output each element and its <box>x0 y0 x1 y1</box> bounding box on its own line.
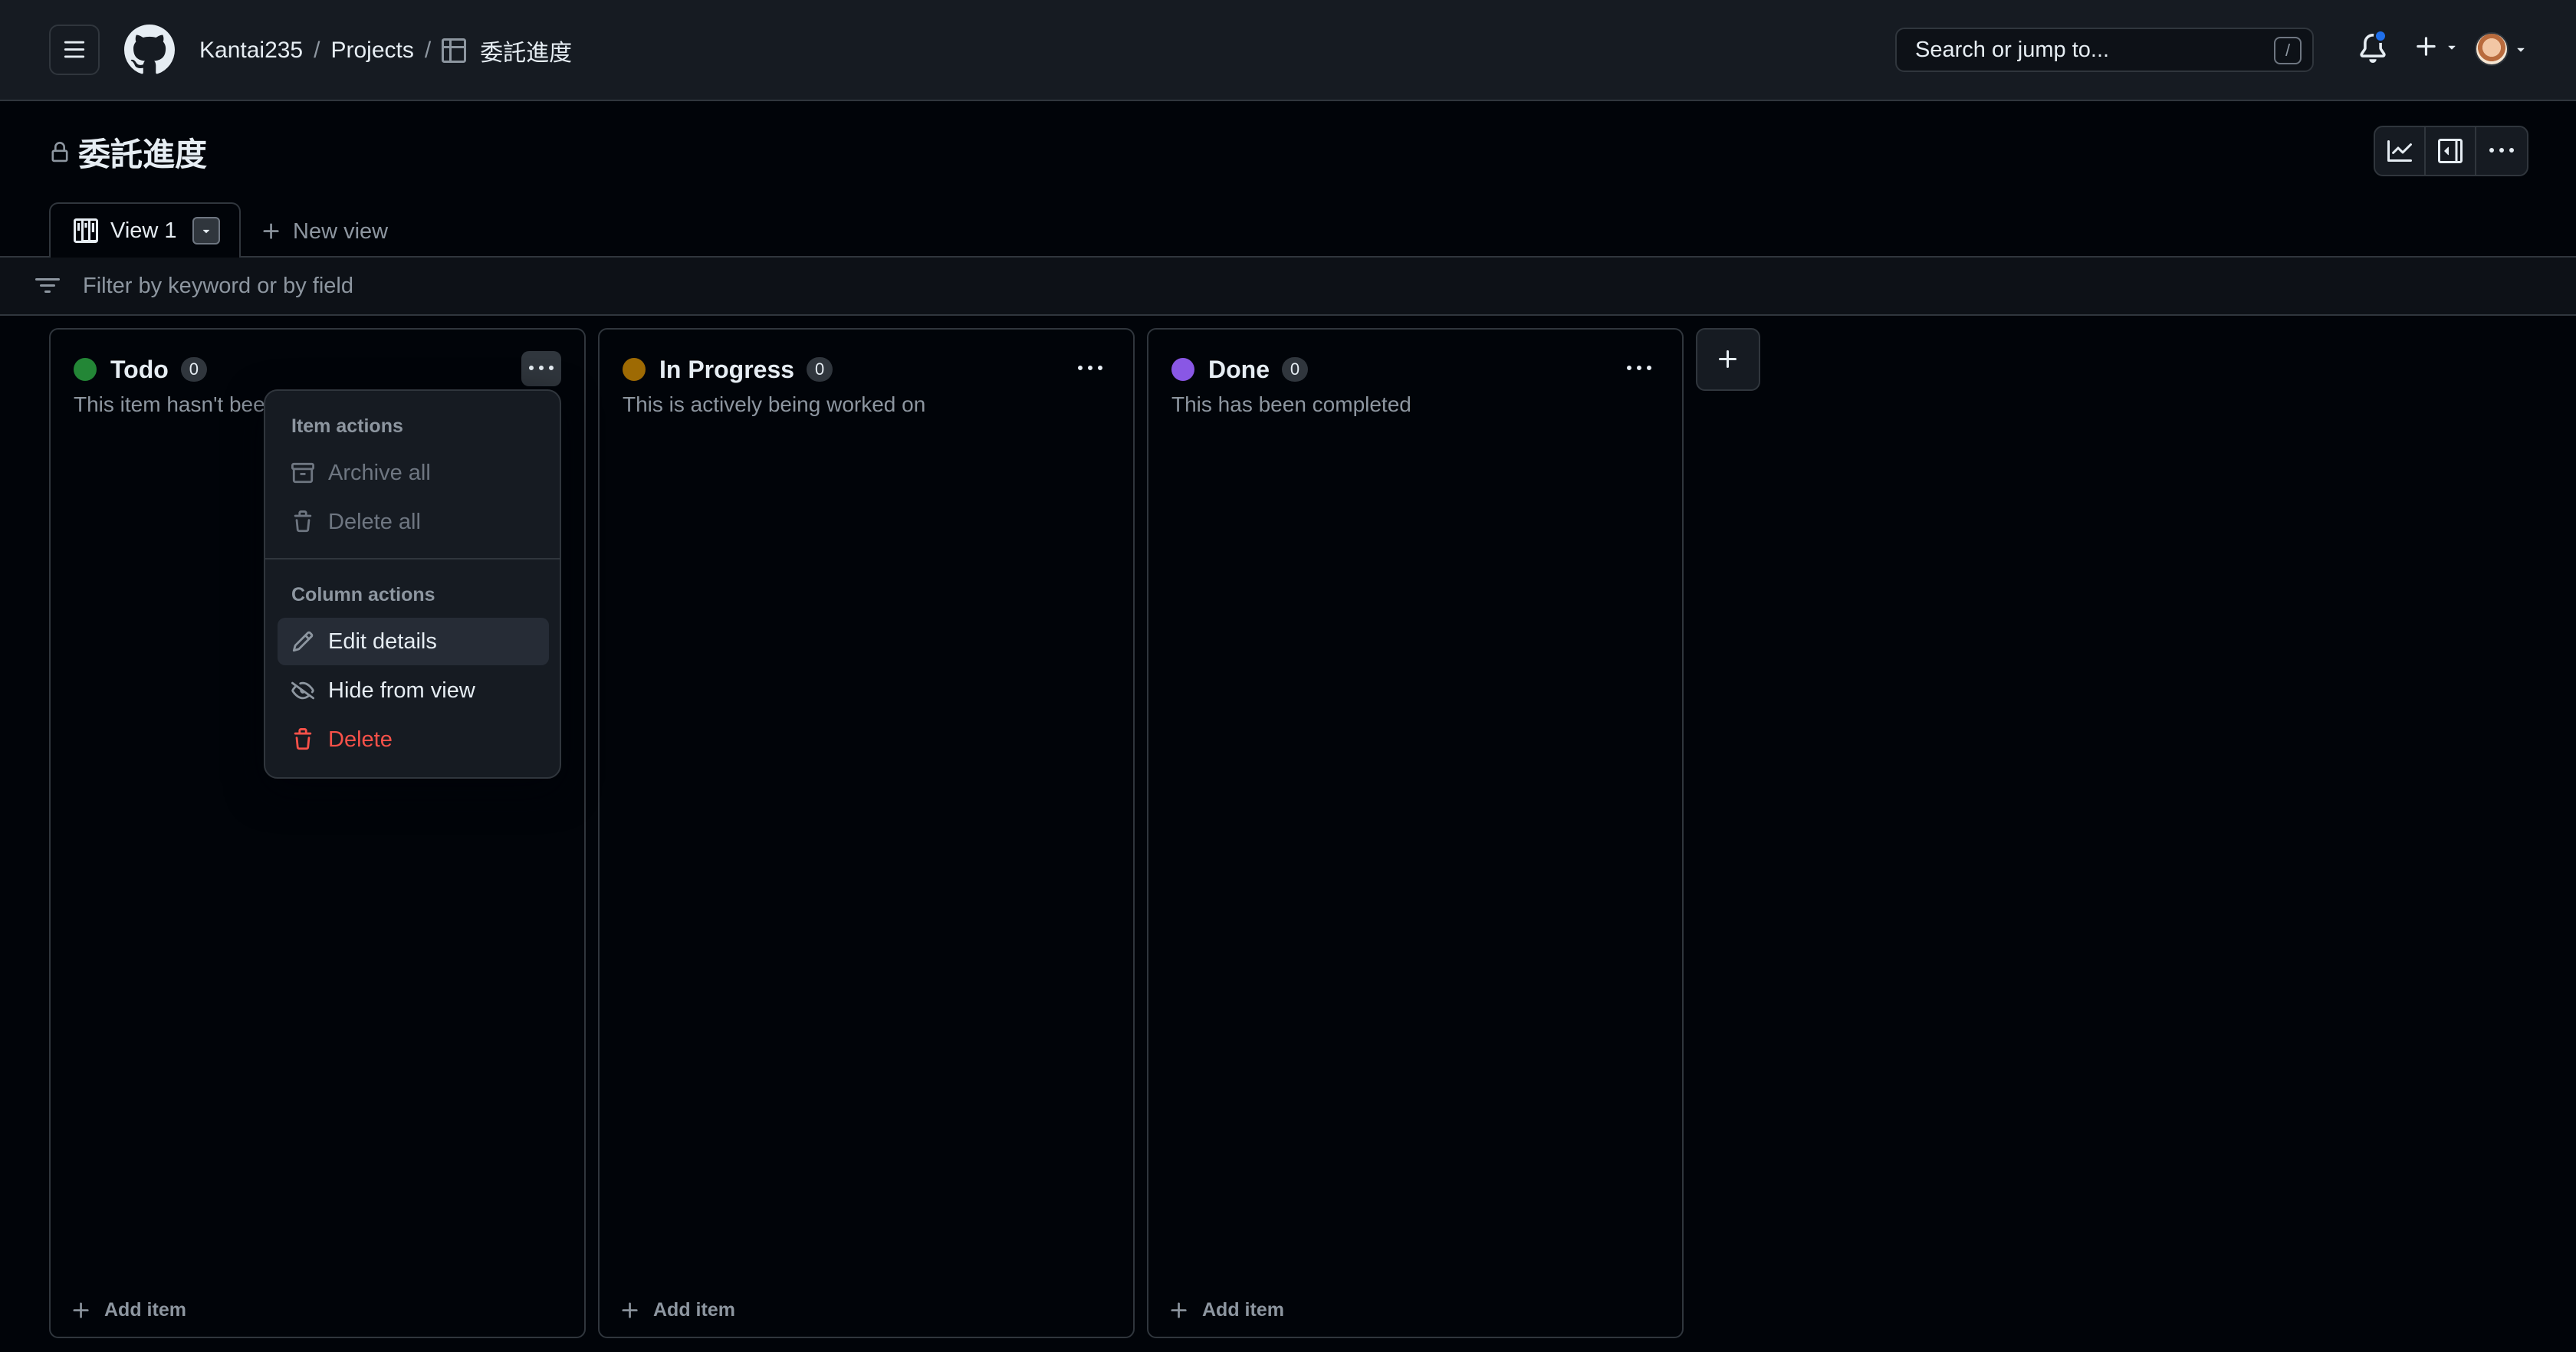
sidebar-expand-icon <box>2438 139 2463 163</box>
column-header: Todo 0 <box>74 353 207 386</box>
status-dot <box>1171 358 1194 381</box>
kebab-horizontal-icon <box>2489 148 2514 153</box>
create-new-dropdown[interactable] <box>2413 34 2459 60</box>
github-logo-icon[interactable] <box>124 25 175 75</box>
column-menu-button[interactable] <box>1070 351 1110 386</box>
column-done: Done 0 This has been completed Add item <box>1147 328 1684 1338</box>
column-header: Done 0 <box>1171 353 1308 386</box>
caret-down-icon <box>2517 48 2525 52</box>
caret-down-icon <box>2448 45 2456 50</box>
user-menu[interactable] <box>2475 32 2528 66</box>
add-item-label: Add item <box>104 1299 186 1321</box>
notification-indicator <box>2374 29 2387 43</box>
add-item-button[interactable]: Add item <box>619 1299 735 1321</box>
search-input[interactable]: Search or jump to... / <box>1895 28 2314 72</box>
tab-label: View 1 <box>110 218 177 243</box>
status-dot <box>623 358 646 381</box>
archive-all-menu-item[interactable]: Archive all <box>278 449 549 497</box>
avatar <box>2475 32 2509 66</box>
project-title-row: 委託進度 <box>49 129 207 176</box>
add-item-label: Add item <box>1202 1299 1284 1321</box>
column-description: This has been completed <box>1171 392 1411 416</box>
project-actions <box>2374 126 2528 176</box>
delete-all-menu-item[interactable]: Delete all <box>278 498 549 546</box>
archive-icon <box>291 462 314 484</box>
breadcrumb: Kantai235 / Projects / 委託進度 <box>199 34 572 67</box>
add-item-label: Add item <box>653 1299 735 1321</box>
delete-all-label: Delete all <box>328 509 421 534</box>
eye-closed-icon <box>291 681 314 700</box>
add-item-button[interactable]: Add item <box>71 1299 186 1321</box>
kebab-horizontal-icon <box>1078 366 1102 370</box>
graph-icon <box>2387 140 2412 162</box>
caret-down-icon <box>202 229 209 234</box>
column-title: Todo <box>110 355 169 383</box>
delete-label: Delete <box>328 727 393 752</box>
add-column-button[interactable] <box>1696 328 1760 391</box>
board-icon <box>74 218 98 243</box>
breadcrumb-project[interactable]: 委託進度 <box>480 34 572 67</box>
trash-icon <box>294 728 312 750</box>
trash-icon <box>294 510 312 533</box>
search-shortcut-key: / <box>2274 37 2302 64</box>
edit-details-label: Edit details <box>328 628 437 654</box>
edit-details-menu-item[interactable]: Edit details <box>278 618 549 665</box>
item-count-badge: 0 <box>1282 357 1308 382</box>
project-more-button[interactable] <box>2476 127 2527 175</box>
new-view-label: New view <box>293 218 389 244</box>
add-item-button[interactable]: Add item <box>1168 1299 1284 1321</box>
plus-icon <box>1171 1302 1187 1318</box>
breadcrumb-owner[interactable]: Kantai235 <box>199 38 303 64</box>
top-header: Kantai235 / Projects / 委託進度 Search or ju… <box>0 0 2576 101</box>
item-count-badge: 0 <box>807 357 833 382</box>
plus-icon <box>2417 37 2436 56</box>
hide-from-view-label: Hide from view <box>328 678 475 703</box>
column-description: This is actively being worked on <box>623 392 926 416</box>
hamburger-icon <box>64 41 85 58</box>
pencil-icon <box>292 631 314 652</box>
column-in-progress: In Progress 0 This is actively being wor… <box>598 328 1135 1338</box>
hide-from-view-menu-item[interactable]: Hide from view <box>278 667 549 714</box>
menu-button[interactable] <box>49 25 100 75</box>
insights-button[interactable] <box>2375 127 2426 175</box>
menu-section-column-actions: Column actions <box>291 584 435 605</box>
column-menu-button[interactable] <box>521 351 561 386</box>
breadcrumb-projects[interactable]: Projects <box>330 38 413 64</box>
column-context-menu: Item actions Archive all Delete all Colu… <box>264 389 561 779</box>
page-title[interactable]: 委託進度 <box>78 129 207 176</box>
delete-column-menu-item[interactable]: Delete <box>278 716 549 763</box>
menu-section-item-actions: Item actions <box>291 415 403 437</box>
kebab-horizontal-icon <box>1627 366 1651 370</box>
lock-icon <box>51 141 68 162</box>
filter-bar[interactable]: Filter by keyword or by field <box>0 258 2576 316</box>
menu-divider <box>265 558 560 560</box>
filter-icon <box>35 278 60 293</box>
item-count-badge: 0 <box>180 357 207 382</box>
table-icon <box>442 38 467 63</box>
plus-icon <box>263 223 279 239</box>
side-panel-button[interactable] <box>2426 127 2476 175</box>
kebab-horizontal-icon <box>529 366 554 370</box>
column-title: In Progress <box>659 355 795 383</box>
filter-input[interactable]: Filter by keyword or by field <box>83 274 353 299</box>
view-options-button[interactable] <box>192 217 220 244</box>
search-placeholder: Search or jump to... <box>1915 37 2110 62</box>
plus-icon <box>1719 350 1737 368</box>
column-title: Done <box>1208 355 1270 383</box>
breadcrumb-separator: / <box>424 38 432 63</box>
breadcrumb-separator: / <box>314 38 320 63</box>
status-dot <box>74 358 97 381</box>
archive-all-label: Archive all <box>328 460 431 485</box>
column-menu-button[interactable] <box>1619 351 1659 386</box>
column-header: In Progress 0 <box>623 353 833 386</box>
new-view-button[interactable]: New view <box>261 215 388 248</box>
tab-view-1[interactable]: View 1 <box>49 202 241 258</box>
plus-icon <box>622 1302 638 1318</box>
plus-icon <box>73 1302 89 1318</box>
